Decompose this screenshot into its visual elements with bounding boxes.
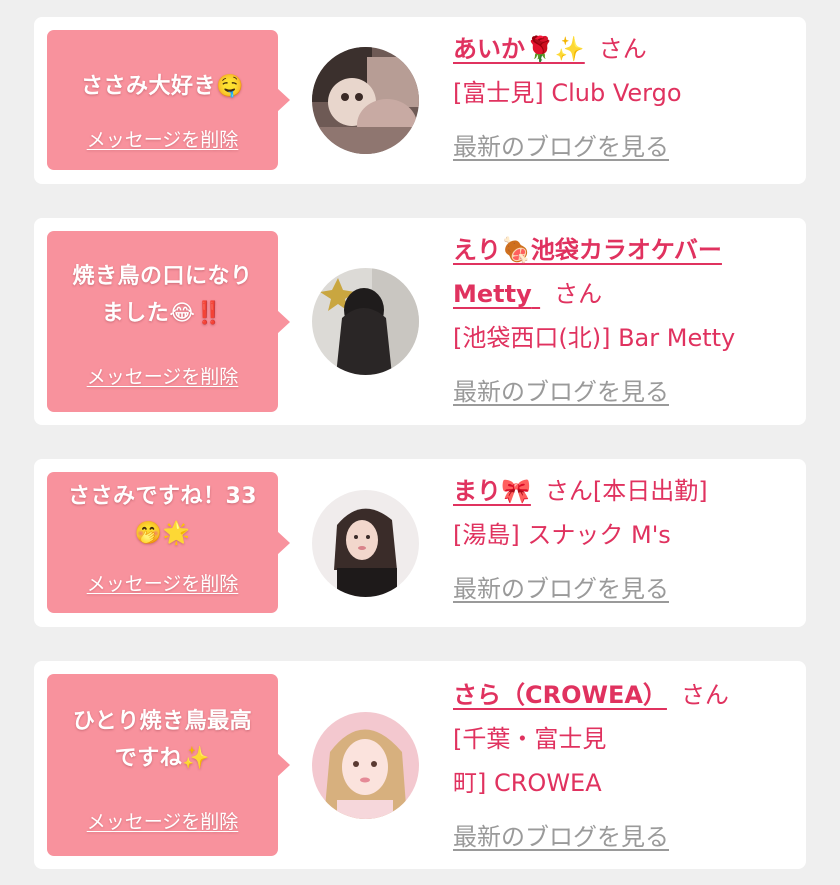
message-bubble: 焼き鳥の口になり ました😂‼️ メッセージを削除: [47, 231, 290, 412]
message-card: 焼き鳥の口になり ました😂‼️ メッセージを削除 えり🍖池袋カラオケバー Met…: [34, 218, 806, 425]
shop-label-line: [千葉・富士見: [453, 725, 607, 753]
message-text-line: 🤭🌟: [134, 521, 191, 546]
cast-name-line: Metty: [453, 280, 532, 308]
shop-label: [富士見] Club Vergo: [453, 79, 682, 107]
shop-label: [湯島] スナック M's: [453, 521, 671, 549]
latest-blog-link[interactable]: 最新のブログを見る: [453, 370, 793, 414]
shop-label: [千葉・富士見 町] CROWEA: [453, 717, 793, 805]
cast-name-link[interactable]: あいか🌹✨: [453, 35, 585, 63]
avatar[interactable]: [312, 712, 419, 819]
message-text: ささみですね！33 🤭🌟: [55, 478, 270, 552]
message-text-line: 焼き鳥の口になり: [72, 264, 253, 289]
cast-info: さら（CROWEA） さん [千葉・富士見 町] CROWEA 最新のブログを見る: [453, 673, 793, 859]
latest-blog-link[interactable]: 最新のブログを見る: [453, 567, 793, 611]
shop-label: [池袋西口(北)] Bar Metty: [453, 324, 736, 352]
honorific-label: さん: [544, 477, 593, 505]
message-text: ささみ大好き🤤: [81, 74, 244, 99]
delete-message-link[interactable]: メッセージを削除: [47, 807, 278, 834]
latest-blog-link[interactable]: 最新のブログを見る: [453, 125, 793, 169]
working-today-status: [本日出勤]: [592, 477, 708, 505]
cast-info: あいか🌹✨ さん [富士見] Club Vergo 最新のブログを見る: [453, 27, 793, 169]
latest-blog-link[interactable]: 最新のブログを見る: [453, 815, 793, 859]
cast-name-line: えり🍖池袋カラオケバー: [453, 236, 722, 264]
honorific-label: さん: [554, 280, 603, 308]
cast-info: まり🎀 さん[本日出勤] [湯島] スナック M's 最新のブログを見る: [453, 469, 793, 611]
cast-name-link[interactable]: まり🎀: [453, 477, 531, 505]
avatar[interactable]: [312, 47, 419, 154]
message-text-line: ました😂‼️: [101, 301, 224, 326]
delete-message-link[interactable]: メッセージを削除: [47, 125, 278, 152]
avatar[interactable]: [312, 490, 419, 597]
honorific-label: さん: [680, 681, 729, 709]
delete-message-link[interactable]: メッセージを削除: [47, 569, 278, 596]
message-card: ささみ大好き🤤 メッセージを削除 あいか🌹✨ さん [富士見] Club Verg…: [34, 17, 806, 184]
cast-name-link[interactable]: さら（CROWEA）: [453, 681, 667, 709]
avatar[interactable]: [312, 268, 419, 375]
message-text: ひとり焼き鳥最高 ですね✨: [55, 703, 270, 777]
message-text: 焼き鳥の口になり ました😂‼️: [55, 258, 270, 332]
message-bubble: ひとり焼き鳥最高 ですね✨ メッセージを削除: [47, 674, 290, 856]
message-text-line: ひとり焼き鳥最高: [72, 709, 253, 734]
message-text-line: ですね✨: [114, 746, 211, 771]
shop-label-line: 町] CROWEA: [453, 769, 602, 797]
honorific-label: さん: [598, 35, 647, 63]
delete-message-link[interactable]: メッセージを削除: [47, 362, 278, 389]
message-text-line: ささみですね！33: [67, 484, 258, 509]
cast-info: えり🍖池袋カラオケバー Metty さん [池袋西口(北)] Bar Metty…: [453, 228, 793, 414]
message-bubble: ささみですね！33 🤭🌟 メッセージを削除: [47, 472, 290, 613]
message-card: ささみですね！33 🤭🌟 メッセージを削除 まり🎀 さん[本日出勤] [湯島] ス…: [34, 459, 806, 627]
message-card: ひとり焼き鳥最高 ですね✨ メッセージを削除 さら（CROWEA） さん [千葉・…: [34, 661, 806, 869]
message-bubble: ささみ大好き🤤 メッセージを削除: [47, 30, 290, 170]
